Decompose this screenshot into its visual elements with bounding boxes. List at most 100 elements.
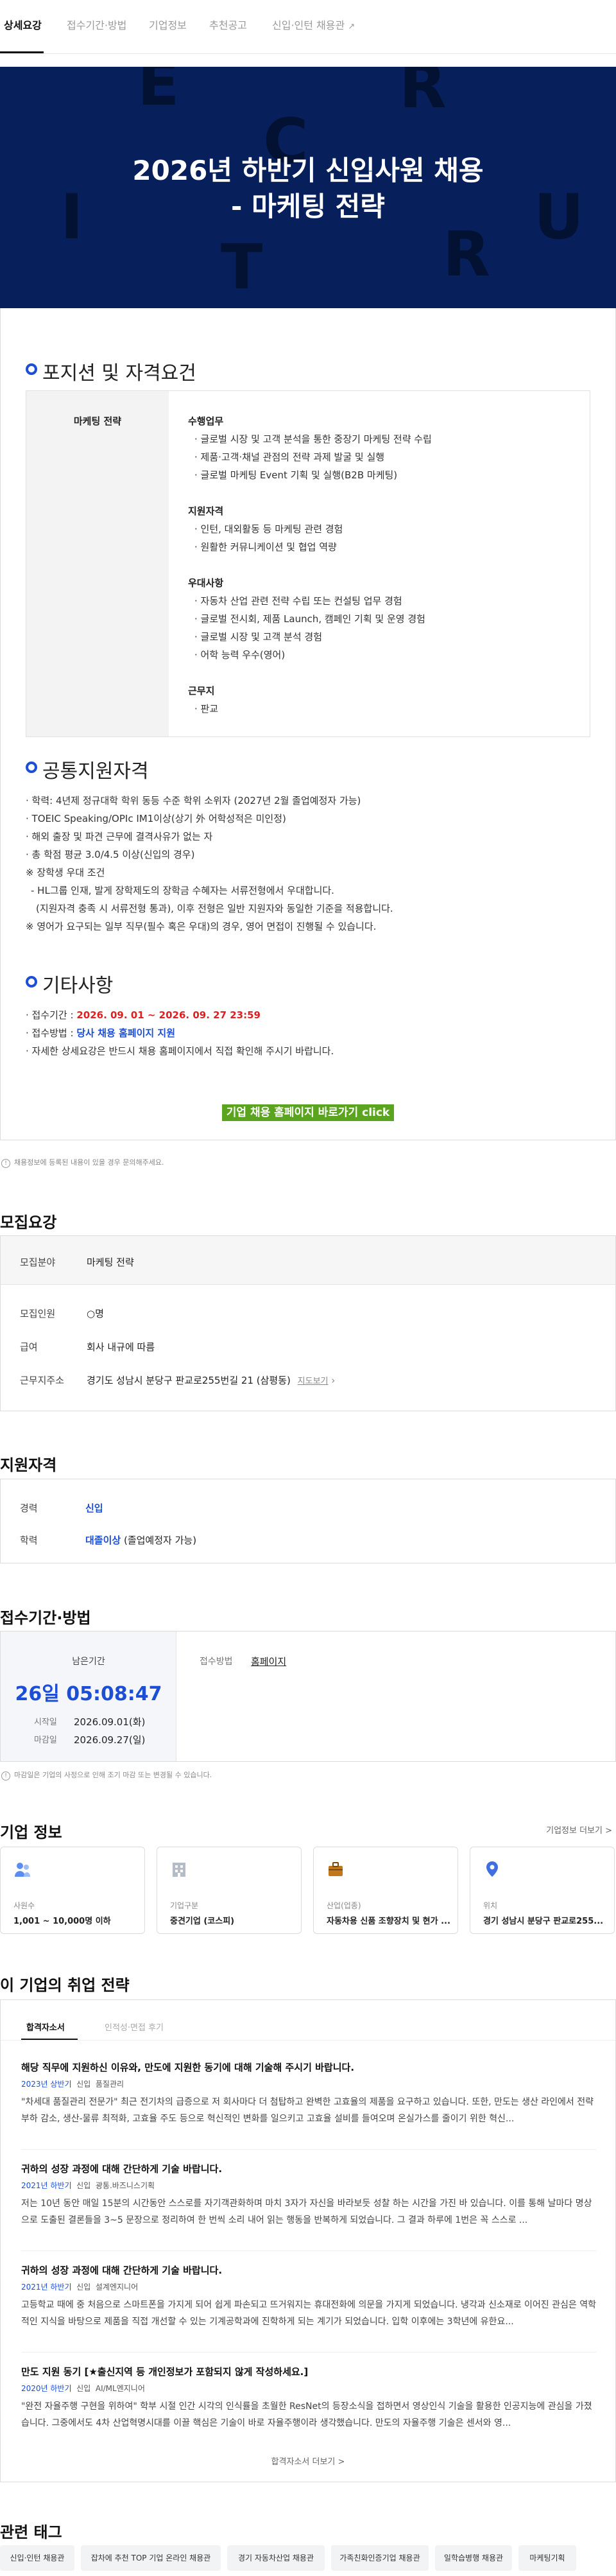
tag-chip[interactable]: 신입·인턴 채용관 (0, 2545, 74, 2571)
homepage-apply-link[interactable]: 홈페이지 (251, 1655, 286, 1668)
section-bullet-icon (26, 976, 37, 988)
period-heading: 접수기간·방법 (0, 1609, 91, 1627)
qualification-table: 경력 신입 학력 대졸이상 (졸업예정자 가능) (0, 1479, 616, 1563)
tab-company[interactable]: 기업정보 (149, 17, 187, 32)
info-icon: ! (1, 1159, 10, 1168)
req-item: · 글로벌 전시회, 제품 Launch, 캠페인 기획 및 운영 경험 (194, 613, 425, 625)
company-heading: 기업 정보 (0, 1823, 62, 1841)
countdown-panel: 남은기간 26일 05:08:47 시작일 2026.09.01(화) 마감일 … (1, 1632, 176, 1761)
strategy-answer: "차세대 품질관리 전문가" 최근 전기차의 급증으로 저 회사마다 더 첨탑하… (21, 2097, 594, 2124)
common-item: · 총 학점 평균 3.0/4.5 이상(신입의 경우) (26, 849, 195, 860)
summary-label: 급여 (20, 1341, 38, 1353)
tab-interview-review[interactable]: 인적성·면접 후기 (105, 2021, 164, 2033)
tags-heading: 관련 태그 (0, 2523, 62, 2541)
strategy-box: 합격자소서 인적성·면접 후기 해당 직무에 지원하신 이유와, 만도에 지원한… (0, 1999, 616, 2482)
req-group-title: 우대사항 (188, 577, 224, 589)
role-cell: 마케팅 전략 (26, 391, 169, 736)
strategy-meta: 2021년 하반기 신입 광통.바즈니스기획 (21, 2181, 155, 2190)
tab-detail[interactable]: 상세요강 (4, 17, 42, 32)
summary-value: 경기도 성남시 분당구 판교로255번길 21 (삼평동) 지도보기 › (87, 1375, 336, 1386)
section-bullet-icon (26, 363, 37, 375)
card-label: 산업(업종) (327, 1901, 361, 1910)
apply-method-link[interactable]: 당사 채용 홈페이지 지원 (76, 1027, 175, 1039)
req-item: · 원활한 커뮤니케이션 및 협업 역량 (194, 541, 337, 553)
tag-chip[interactable]: 마케팅기획 (518, 2545, 576, 2571)
tab-divider (1, 2040, 615, 2041)
end-date: 2026.09.27(일) (74, 1734, 146, 1746)
company-card-type: 기업구분 중견기업 (코스피) (157, 1847, 302, 1934)
card-value: 경기 성남시 분당구 판교로255... (483, 1917, 604, 1926)
strategy-question[interactable]: 귀하의 성장 과정에 대해 간단하게 기술 바랍니다. (21, 2162, 222, 2175)
req-item: · 제품·고객·채널 관점의 전략 과제 발굴 및 실행 (194, 451, 385, 463)
section-title-position: 포지션 및 자격요건 (42, 362, 196, 385)
hero-letter: T (221, 231, 263, 303)
summary-value: 마케팅 전략 (87, 1257, 134, 1268)
external-link-icon: ↗ (348, 22, 355, 31)
card-value: 중견기업 (코스피) (170, 1917, 235, 1926)
countdown-timer: 26일 05:08:47 (15, 1683, 162, 1705)
map-link[interactable]: 지도보기 (298, 1377, 329, 1386)
company-card-industry: 산업(업종) 자동차용 신품 조향장치 및 현가 ... (313, 1847, 458, 1934)
card-label: 사원수 (13, 1901, 35, 1910)
req-item: · 자동차 산업 관련 전략 수립 또는 컨설팅 업무 경험 (194, 595, 402, 607)
common-item: (지원자격 충족 시 서류전형 통과), 이후 전형은 일반 지원자와 동일한 … (36, 903, 393, 914)
tab-newbie-hall[interactable]: 신입·인턴 채용관 ↗ (272, 17, 355, 32)
card-value: 자동차용 신품 조향장치 및 현가 ... (327, 1917, 450, 1926)
section-bullet-icon (26, 761, 37, 773)
strategy-meta: 2021년 하반기 신입 설계엔지니어 (21, 2283, 139, 2292)
summary-value: ○명 (87, 1308, 104, 1319)
summary-label: 모집분야 (20, 1257, 56, 1268)
tag-chip[interactable]: 경기 자동차산업 채용관 (227, 2545, 325, 2571)
common-item: · 해외 출장 및 파견 근무에 결격사유가 없는 자 (26, 831, 213, 842)
deadline-text: 2026. 09. 01 ~ 2026. 09. 27 23:59 (76, 1009, 261, 1021)
hero-banner: E R C I U T R 2026년 하반기 신입사원 채용 - 마케팅 전략 (0, 67, 616, 308)
req-group-title: 지원자격 (188, 505, 224, 517)
strategy-heading: 이 기업의 취업 전략 (0, 1976, 130, 1994)
card-label: 위치 (483, 1901, 498, 1910)
tab-period[interactable]: 접수기간·방법 (67, 17, 126, 32)
strategy-more-link[interactable]: 합격자소서 더보기 > (1, 2455, 615, 2467)
company-homepage-button[interactable]: 기업 채용 홈페이지 바로가기 click (222, 1104, 394, 1121)
hero-title-line1: 2026년 하반기 신입사원 채용 (132, 155, 484, 186)
tag-chip[interactable]: 일학습병행 채용관 (435, 2545, 512, 2571)
req-item: · 판교 (194, 703, 219, 715)
strategy-question[interactable]: 해당 직무에 지원하신 이유와, 만도에 지원한 동기에 대해 기술해 주시기 … (21, 2060, 354, 2074)
period-note: ! 마감일은 기업의 사정으로 인해 조기 마감 또는 변경될 수 있습니다. (1, 1770, 212, 1780)
req-item: · 글로벌 마케팅 Event 기획 및 실행(B2B 마케팅) (194, 469, 398, 481)
req-group-title: 근무지 (188, 685, 215, 697)
summary-table: 모집분야 마케팅 전략 모집인원 ○명 급여 회사 내규에 따름 근무지주소 경… (0, 1235, 616, 1411)
qual-label: 학력 (20, 1535, 38, 1546)
posting-note: ! 채용정보에 등록된 내용이 있을 경우 문의해주세요. (1, 1157, 164, 1168)
section-title-common: 공통지원자격 (42, 760, 149, 783)
active-tab-indicator (0, 51, 44, 53)
req-item: · 글로벌 시장 및 고객 분석 경험 (194, 631, 322, 643)
tag-chip[interactable]: 가족친화인증기업 채용관 (331, 2545, 429, 2571)
tab-recommend[interactable]: 추천공고 (209, 17, 247, 32)
entry-divider (21, 2149, 596, 2150)
strategy-answer: 저는 10년 동안 매일 15분의 시간동안 스스로를 자기객관화하며 마치 3… (21, 2198, 592, 2225)
role-name: 마케팅 전략 (73, 415, 122, 427)
strategy-question[interactable]: 만도 지원 동기 [★출신지역 등 개인정보가 포함되지 않게 작성하세요.] (21, 2365, 308, 2378)
start-label: 시작일 (34, 1718, 57, 1727)
common-item: · TOEIC Speaking/OPIc IM1이상(상기 外 어학성적은 미… (26, 813, 286, 824)
etc-method: · 접수방법 : 당사 채용 홈페이지 지원 (26, 1027, 175, 1039)
location-icon (486, 1861, 498, 1877)
requirements-table: 마케팅 전략 수행업무 · 글로벌 시장 및 고객 분석을 통한 중장기 마케팅… (26, 390, 590, 737)
strategy-meta: 2020년 하반기 신입 AI/ML엔지니어 (21, 2384, 145, 2393)
qualification-heading: 지원자격 (0, 1456, 57, 1474)
tab-cover-letter[interactable]: 합격자소서 (26, 2021, 65, 2033)
req-group-title: 수행업무 (188, 415, 224, 427)
card-value: 1,001 ~ 10,000명 이하 (13, 1917, 111, 1926)
common-item: ※ 영어가 요구되는 일부 직무(필수 혹은 우대)의 경우, 영어 면접이 진… (26, 921, 377, 932)
hero-title-line2: - 마케팅 전략 (231, 191, 385, 222)
common-item: · 학력: 4년제 정규대학 학위 동등 수준 학위 소위자 (2027년 2월… (26, 795, 361, 806)
detail-tabs: 상세요강 접수기간·방법 기업정보 추천공고 신입·인턴 채용관 ↗ (0, 0, 616, 54)
strategy-question[interactable]: 귀하의 성장 과정에 대해 간단하게 기술 바랍니다. (21, 2263, 222, 2277)
company-more-link[interactable]: 기업정보 더보기 > (546, 1823, 612, 1836)
qual-value: 신입 (85, 1502, 103, 1514)
req-item: · 글로벌 시장 및 고객 분석을 통한 중장기 마케팅 전략 수립 (194, 433, 432, 445)
method-label: 접수방법 (200, 1657, 233, 1667)
company-card-location: 위치 경기 성남시 분당구 판교로255... (470, 1847, 615, 1934)
tag-chip[interactable]: 잡차에 추천 TOP 기업 온라인 채용관 (81, 2545, 221, 2571)
summary-heading: 모집요강 (0, 1214, 57, 1231)
